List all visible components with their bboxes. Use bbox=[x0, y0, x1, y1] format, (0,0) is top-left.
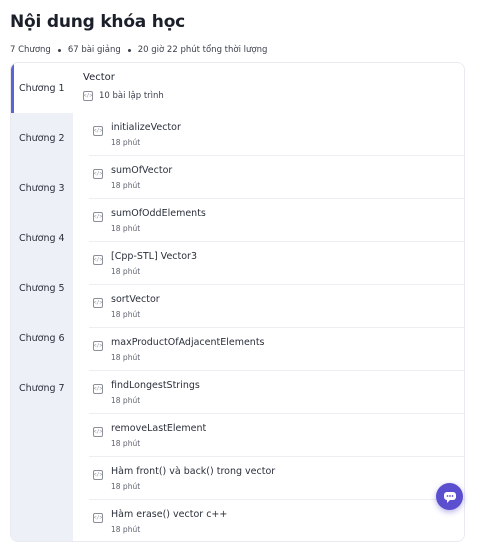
code-icon: </> bbox=[93, 212, 103, 222]
lesson-duration: 18 phút bbox=[111, 310, 141, 319]
list-item[interactable]: </> sumOfOddElements 18 phút bbox=[89, 199, 464, 242]
list-item[interactable]: </> [Cpp-STL] Vector3 18 phút bbox=[89, 242, 464, 285]
lesson-name: sortVector bbox=[111, 294, 160, 305]
lesson-name: findLongestStrings bbox=[111, 380, 200, 391]
sidebar-item-chapter-1[interactable]: Chương 1 bbox=[11, 63, 73, 113]
code-icon: </> bbox=[93, 427, 103, 437]
lesson-name: [Cpp-STL] Vector3 bbox=[111, 251, 197, 262]
lesson-duration: 18 phút bbox=[111, 181, 141, 190]
list-item[interactable]: </> Hàm erase() vector c++ 18 phút bbox=[89, 500, 464, 541]
sidebar-item-chapter-7[interactable]: Chương 7 bbox=[11, 363, 73, 413]
course-content-card: Chương 1 Chương 2 Chương 3 Chương 4 Chươ… bbox=[10, 62, 465, 542]
sidebar-item-chapter-3[interactable]: Chương 3 bbox=[11, 163, 73, 213]
lesson-duration: 18 phút bbox=[111, 138, 141, 147]
lesson-duration: 18 phút bbox=[111, 439, 141, 448]
sidebar-item-chapter-2[interactable]: Chương 2 bbox=[11, 113, 73, 163]
list-item[interactable]: </> initializeVector 18 phút bbox=[89, 113, 464, 156]
lesson-count: 67 bài giảng bbox=[67, 45, 121, 55]
code-icon: </> bbox=[93, 298, 103, 308]
list-item[interactable]: </> maxProductOfAdjacentElements 18 phút bbox=[89, 328, 464, 371]
chat-bubble-icon bbox=[443, 491, 456, 503]
list-item[interactable]: </> Hàm front() và back() trong vector 1… bbox=[89, 457, 464, 500]
code-icon: </> bbox=[93, 255, 103, 265]
separator-dot bbox=[57, 48, 61, 52]
chapter-header[interactable]: Vector </> 10 bài lập trình bbox=[73, 63, 464, 113]
total-duration: 20 giờ 22 phút tổng thời lượng bbox=[137, 45, 268, 55]
chat-button[interactable] bbox=[436, 483, 463, 510]
list-item[interactable]: </> sortVector 18 phút bbox=[89, 285, 464, 328]
lesson-name: maxProductOfAdjacentElements bbox=[111, 337, 265, 348]
chapter-count: 7 Chương bbox=[10, 45, 51, 55]
lesson-duration: 18 phút bbox=[111, 525, 141, 534]
sidebar-item-chapter-5[interactable]: Chương 5 bbox=[11, 263, 73, 313]
code-icon: </> bbox=[93, 126, 103, 136]
code-icon: </> bbox=[93, 384, 103, 394]
page-title: Nội dung khóa học bbox=[10, 12, 186, 32]
list-item[interactable]: </> removeLastElement 18 phút bbox=[89, 414, 464, 457]
lesson-duration: 18 phút bbox=[111, 267, 141, 276]
exercise-count: 10 bài lập trình bbox=[99, 91, 164, 101]
code-icon: </> bbox=[93, 169, 103, 179]
lesson-duration: 18 phút bbox=[111, 353, 141, 362]
lesson-name: Hàm erase() vector c++ bbox=[111, 509, 228, 520]
lesson-duration: 18 phút bbox=[111, 224, 141, 233]
code-icon: </> bbox=[83, 91, 93, 101]
lesson-name: sumOfVector bbox=[111, 165, 173, 176]
lesson-name: sumOfOddElements bbox=[111, 208, 206, 219]
sidebar-item-chapter-6[interactable]: Chương 6 bbox=[11, 313, 73, 363]
list-item[interactable]: </> findLongestStrings 18 phút bbox=[89, 371, 464, 414]
course-meta: 7 Chương 67 bài giảng 20 giờ 22 phút tổn… bbox=[10, 45, 267, 55]
lesson-duration: 18 phút bbox=[111, 482, 141, 491]
separator-dot bbox=[127, 48, 131, 52]
code-icon: </> bbox=[93, 513, 103, 523]
chapter-subtitle: </> 10 bài lập trình bbox=[83, 91, 164, 101]
lesson-name: Hàm front() và back() trong vector bbox=[111, 466, 276, 477]
chapter-sidebar: Chương 1 Chương 2 Chương 3 Chương 4 Chươ… bbox=[11, 63, 73, 541]
lesson-list: </> initializeVector 18 phút </> sumOfVe… bbox=[73, 113, 464, 541]
list-item[interactable]: </> sumOfVector 18 phút bbox=[89, 156, 464, 199]
lesson-name: initializeVector bbox=[111, 122, 181, 133]
code-icon: </> bbox=[93, 470, 103, 480]
code-icon: </> bbox=[93, 341, 103, 351]
lesson-duration: 18 phút bbox=[111, 396, 141, 405]
chapter-title: Vector bbox=[83, 72, 115, 83]
sidebar-item-chapter-4[interactable]: Chương 4 bbox=[11, 213, 73, 263]
lesson-name: removeLastElement bbox=[111, 423, 207, 434]
